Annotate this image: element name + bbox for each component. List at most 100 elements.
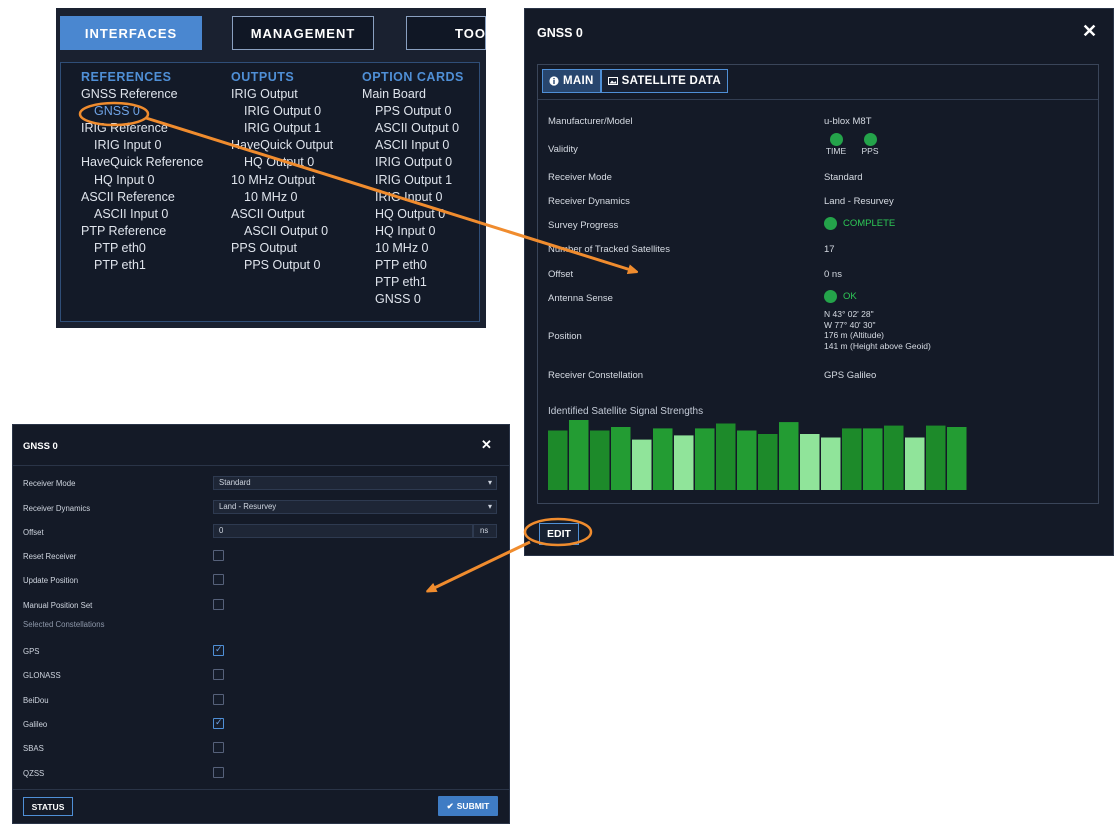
status-button[interactable]: STATUS (23, 797, 73, 816)
references-column: REFERENCES GNSS Reference GNSS 0 IRIG Refer… (81, 69, 203, 274)
menu-item[interactable]: ASCII Input 0 (81, 206, 203, 223)
submit-label: SUBMIT (456, 801, 490, 811)
tab-management[interactable]: MANAGEMENT (232, 16, 374, 50)
receiver-mode-label: Receiver Mode (548, 172, 612, 183)
menu-item[interactable]: ASCII Reference (81, 189, 203, 206)
menu-item[interactable]: IRIG Reference (81, 120, 203, 137)
menu-item[interactable]: IRIG Output (231, 86, 333, 103)
submit-button[interactable]: ✔ SUBMIT (438, 796, 498, 816)
receiver-dynamics-select[interactable]: Land - Resurvey ▾ (213, 500, 497, 514)
constellation-label: SBAS (23, 744, 44, 754)
menu-item[interactable]: GNSS 0 (362, 291, 464, 308)
validity-time-label: TIME (825, 146, 847, 156)
close-icon[interactable]: ✕ (481, 437, 492, 453)
signal-bar (695, 428, 715, 490)
signal-bar (863, 428, 883, 490)
menu-item[interactable]: PTP eth1 (362, 274, 464, 291)
tab-satellite-data[interactable]: SATELLITE DATA (600, 69, 728, 93)
signal-bar (653, 428, 673, 490)
menu-item[interactable]: IRIG Input 0 (81, 137, 203, 154)
receiver-dynamics-label: Receiver Dynamics (548, 196, 630, 207)
info-rows: Manufacturer/Model u-blox M8T Validity T… (538, 99, 1098, 498)
menu-item[interactable]: HQ Output 0 (362, 206, 464, 223)
divider (13, 465, 509, 466)
update-position-label: Update Position (23, 576, 79, 585)
constellations-header: Selected Constellations (23, 620, 105, 629)
antenna-status-text: OK (843, 291, 857, 302)
offset-unit: ns (473, 524, 497, 538)
menu-item[interactable]: 10 MHz Output (231, 172, 333, 189)
menu-item[interactable]: PPS Output (231, 240, 333, 257)
manufacturer-value: u-blox M8T (824, 116, 872, 127)
menu-item[interactable]: PTP Reference (81, 223, 203, 240)
constellation-checkbox[interactable] (213, 717, 224, 729)
menu-item[interactable]: IRIG Output 1 (362, 172, 464, 189)
close-icon[interactable]: ✕ (1082, 21, 1097, 42)
manual-position-checkbox[interactable] (213, 599, 224, 610)
position-label: Position (548, 331, 582, 342)
menu-item[interactable]: Main Board (362, 86, 464, 103)
menu-item[interactable]: HQ Input 0 (81, 172, 203, 189)
constellation-checkbox[interactable] (213, 742, 224, 754)
menu-item[interactable]: PPS Output 0 (231, 257, 333, 274)
menu-item[interactable]: PTP eth0 (362, 257, 464, 274)
menu-item[interactable]: HaveQuick Output (231, 137, 333, 154)
menu-item[interactable]: IRIG Output 0 (362, 154, 464, 171)
signal-bar (926, 425, 946, 490)
menu-item[interactable]: ASCII Output 0 (362, 120, 464, 137)
signal-strength-chart (548, 420, 967, 490)
menu-item[interactable]: ASCII Output (231, 206, 333, 223)
altitude: 176 m (Altitude) (824, 330, 884, 340)
constellation-label: QZSS (23, 768, 45, 778)
tab-satellite-label: SATELLITE DATA (621, 75, 721, 87)
tracked-satellites-value: 17 (824, 244, 835, 255)
menu-item[interactable]: HaveQuick Reference (81, 154, 203, 171)
offset-label: Offset (548, 269, 574, 280)
menu-item[interactable]: HQ Input 0 (362, 223, 464, 240)
tab-interfaces[interactable]: INTERFACES (60, 16, 202, 50)
update-position-checkbox[interactable] (213, 574, 224, 585)
signal-bar (737, 430, 757, 490)
menu-item[interactable]: PTP eth0 (81, 240, 203, 257)
survey-status-text: COMPLETE (843, 218, 896, 229)
reset-receiver-checkbox[interactable] (213, 550, 224, 561)
receiver-mode-selected: Standard (219, 478, 251, 487)
option-cards-header: OPTION CARDS (362, 70, 464, 84)
constellation-checkbox[interactable] (213, 669, 224, 681)
menu-item[interactable]: IRIG Output 1 (231, 120, 333, 137)
constellation-checkbox[interactable] (213, 693, 224, 705)
status-dot-icon (824, 217, 837, 230)
constellation-value: GPS Galileo (824, 370, 877, 381)
signal-bar (590, 430, 610, 490)
tracked-satellites-label: Number of Tracked Satellites (548, 244, 670, 255)
menu-item[interactable]: GNSS Reference (81, 86, 203, 103)
menu-item[interactable]: HQ Output 0 (231, 154, 333, 171)
receiver-dynamics-value: Land - Resurvey (824, 196, 894, 207)
menu-item[interactable]: 10 MHz 0 (231, 189, 333, 206)
menu-item[interactable]: ASCII Output 0 (231, 223, 333, 240)
menu-item[interactable]: PPS Output 0 (362, 103, 464, 120)
menu-item[interactable]: 10 MHz 0 (362, 240, 464, 257)
constellation-checkbox[interactable] (213, 766, 224, 778)
divider (13, 789, 509, 790)
tab-main[interactable]: MAIN (542, 69, 601, 93)
receiver-mode-select[interactable]: Standard ▾ (213, 476, 497, 490)
chevron-down-icon: ▾ (487, 502, 492, 511)
constellation-label: Galileo (23, 719, 48, 729)
edit-button[interactable]: EDIT (539, 523, 579, 545)
menu-item[interactable]: IRIG Input 0 (362, 189, 464, 206)
references-header: REFERENCES (81, 70, 172, 84)
receiver-mode-value: Standard (824, 172, 863, 183)
menu-item[interactable]: IRIG Output 0 (231, 103, 333, 120)
menu-item[interactable]: GNSS 0 (81, 103, 203, 120)
edit-modal-title: GNSS 0 (23, 441, 58, 452)
info-tabs: MAIN SATELLITE DATA (542, 69, 728, 93)
signal-bar (947, 427, 967, 490)
tab-main-label: MAIN (563, 75, 594, 87)
tab-tools[interactable]: TOOL (406, 16, 486, 50)
menu-item[interactable]: PTP eth1 (81, 257, 203, 274)
constellation-checkbox[interactable] (213, 644, 224, 656)
menu-item[interactable]: ASCII Input 0 (362, 137, 464, 154)
offset-input[interactable]: 0 (213, 524, 473, 538)
signal-bar (800, 434, 820, 490)
